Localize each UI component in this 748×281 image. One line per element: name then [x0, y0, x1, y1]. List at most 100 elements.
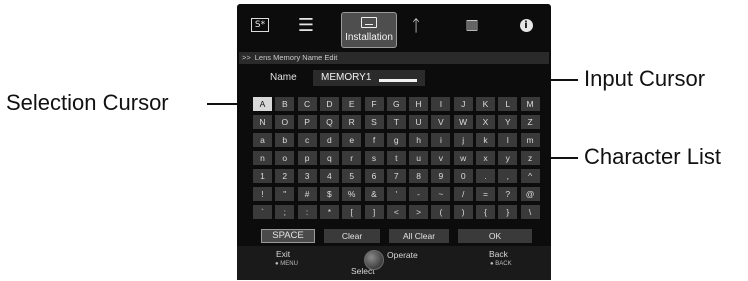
char-key[interactable]: ~	[431, 187, 451, 201]
char-key[interactable]: a	[253, 133, 272, 147]
char-key[interactable]: N	[253, 115, 272, 129]
char-key[interactable]: `	[253, 205, 272, 219]
char-key[interactable]: o	[275, 151, 295, 165]
char-key[interactable]: *	[319, 205, 339, 219]
char-key[interactable]: X	[476, 115, 495, 129]
char-key[interactable]: w	[453, 151, 473, 165]
char-key[interactable]: l	[498, 133, 518, 147]
char-key[interactable]: H	[409, 97, 429, 111]
char-key[interactable]: 5	[342, 169, 362, 183]
char-key[interactable]: I	[431, 97, 451, 111]
char-key[interactable]: >	[409, 205, 429, 219]
char-key[interactable]: m	[520, 133, 540, 147]
char-key[interactable]: k	[476, 133, 495, 147]
char-key[interactable]: i	[431, 133, 451, 147]
char-key[interactable]: ^	[520, 169, 540, 183]
char-key[interactable]: t	[386, 151, 406, 165]
char-key[interactable]: 3	[297, 169, 317, 183]
wrench-icon[interactable]: ᛏ	[403, 14, 429, 36]
char-key[interactable]: ?	[498, 187, 518, 201]
char-key[interactable]: :	[297, 205, 317, 219]
char-key[interactable]: 7	[386, 169, 406, 183]
char-key[interactable]: ;	[275, 205, 295, 219]
char-key[interactable]: T	[386, 115, 406, 129]
tab-installation[interactable]: Installation	[341, 12, 397, 48]
char-key[interactable]: R	[342, 115, 362, 129]
char-key[interactable]: V	[431, 115, 451, 129]
char-key[interactable]: g	[386, 133, 406, 147]
char-key[interactable]: Q	[319, 115, 339, 129]
char-key[interactable]: (	[431, 205, 451, 219]
char-key[interactable]: W	[453, 115, 473, 129]
name-input[interactable]: MEMORY1	[313, 70, 425, 86]
picture-icon[interactable]: S*	[247, 14, 273, 36]
char-key[interactable]: 9	[431, 169, 451, 183]
char-key[interactable]: J	[453, 97, 473, 111]
char-key[interactable]: {	[476, 205, 495, 219]
char-key[interactable]: C	[297, 97, 317, 111]
char-key[interactable]: M	[520, 97, 540, 111]
char-key[interactable]: @	[520, 187, 540, 201]
char-key[interactable]: K	[476, 97, 495, 111]
char-key[interactable]: E	[342, 97, 362, 111]
char-key[interactable]: D	[319, 97, 339, 111]
char-key[interactable]: P	[297, 115, 317, 129]
char-key[interactable]: q	[319, 151, 339, 165]
char-key[interactable]: f	[364, 133, 384, 147]
char-key[interactable]: ,	[498, 169, 518, 183]
char-key[interactable]: #	[297, 187, 317, 201]
char-key[interactable]: F	[364, 97, 384, 111]
char-key[interactable]: /	[453, 187, 473, 201]
char-key[interactable]: )	[453, 205, 473, 219]
char-key[interactable]: p	[297, 151, 317, 165]
char-key[interactable]: L	[498, 97, 518, 111]
char-key[interactable]: e	[342, 133, 362, 147]
char-key[interactable]: [	[342, 205, 362, 219]
char-key[interactable]: %	[342, 187, 362, 201]
info-icon[interactable]: i	[513, 14, 539, 36]
char-key[interactable]: j	[453, 133, 473, 147]
char-key[interactable]: 1	[253, 169, 272, 183]
settings-sliders-icon[interactable]: ☰	[293, 14, 319, 36]
clear-button[interactable]: Clear	[324, 229, 380, 243]
char-key[interactable]: r	[342, 151, 362, 165]
char-key[interactable]: c	[297, 133, 317, 147]
char-key[interactable]: !	[253, 187, 272, 201]
char-key[interactable]: x	[476, 151, 495, 165]
char-key[interactable]: '	[386, 187, 406, 201]
char-key[interactable]: U	[409, 115, 429, 129]
char-key[interactable]: S	[364, 115, 384, 129]
char-key[interactable]: .	[476, 169, 495, 183]
char-key[interactable]: }	[498, 205, 518, 219]
char-key[interactable]: &	[364, 187, 384, 201]
char-key[interactable]: G	[386, 97, 406, 111]
char-key[interactable]: d	[319, 133, 339, 147]
char-key[interactable]: "	[275, 187, 295, 201]
char-key[interactable]: -	[409, 187, 429, 201]
char-key[interactable]: Z	[520, 115, 540, 129]
char-key[interactable]: z	[520, 151, 540, 165]
char-key[interactable]: O	[275, 115, 295, 129]
space-button[interactable]: SPACE	[261, 229, 315, 243]
char-key[interactable]: v	[431, 151, 451, 165]
char-key[interactable]: <	[386, 205, 406, 219]
char-key[interactable]: Y	[498, 115, 518, 129]
char-key[interactable]: B	[275, 97, 295, 111]
char-key[interactable]: y	[498, 151, 518, 165]
char-key[interactable]: 8	[409, 169, 429, 183]
char-key[interactable]: u	[409, 151, 429, 165]
char-key[interactable]: s	[364, 151, 384, 165]
char-key[interactable]: \	[520, 205, 540, 219]
char-key[interactable]: 2	[275, 169, 295, 183]
char-key[interactable]: 6	[364, 169, 384, 183]
char-key[interactable]: b	[275, 133, 295, 147]
char-key[interactable]: =	[476, 187, 495, 201]
char-key[interactable]: n	[253, 151, 272, 165]
char-key[interactable]: h	[409, 133, 429, 147]
char-key[interactable]: ]	[364, 205, 384, 219]
char-key[interactable]: 0	[453, 169, 473, 183]
selection-cursor[interactable]: A	[253, 97, 272, 111]
char-key[interactable]: $	[319, 187, 339, 201]
char-key[interactable]: 4	[319, 169, 339, 183]
display-icon[interactable]: ▥	[459, 14, 485, 36]
